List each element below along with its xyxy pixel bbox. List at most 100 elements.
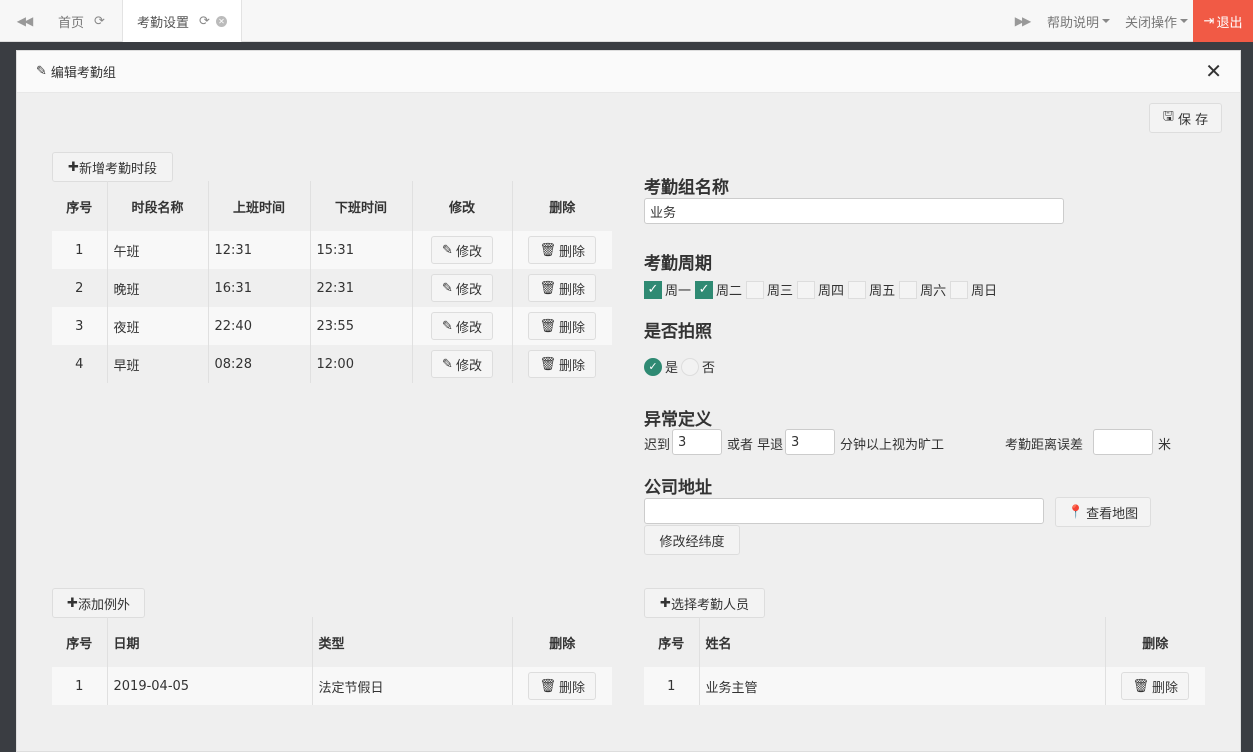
abnormal-title: 异常定义 (644, 410, 712, 430)
day-sat[interactable]: 周六 (899, 280, 946, 299)
day-sun[interactable]: 周日 (950, 280, 997, 299)
address-input[interactable] (644, 498, 1044, 524)
checkbox-icon[interactable] (746, 280, 765, 299)
col-header: 姓名 (699, 617, 1106, 667)
col-header: 类型 (312, 617, 513, 667)
day-fri[interactable]: 周五 (848, 280, 895, 299)
late-label: 迟到 (644, 438, 671, 453)
exception-table: 序号 日期 类型 删除 1 2019-04-05 法定节假日 🗑 删除 (52, 617, 612, 705)
edit-button[interactable]: ✎ 修改 (431, 236, 493, 264)
group-name-title: 考勤组名称 (644, 178, 729, 198)
delete-label: 删除 (559, 680, 586, 696)
delete-label: 删除 (559, 320, 586, 336)
start-time: 12:31 (208, 231, 311, 269)
edit-button[interactable]: ✎ 修改 (431, 350, 493, 378)
col-header: 序号 (644, 617, 700, 667)
day-mon[interactable]: ✓ 周一 (644, 280, 691, 299)
trash-icon: 🗑 (539, 356, 556, 372)
edit-button[interactable]: ✎ 修改 (431, 312, 493, 340)
row-no: 1 (52, 231, 108, 269)
close-icon[interactable]: ✕ (1205, 61, 1222, 81)
trash-icon: 🗑 (1132, 678, 1149, 694)
col-header: 上班时间 (208, 181, 311, 231)
help-menu[interactable]: 帮助说明 (1047, 0, 1111, 42)
edit-label: 修改 (455, 282, 482, 298)
radio-checked-icon[interactable]: ✓ (644, 357, 662, 376)
early-minutes-input[interactable]: 3 (785, 429, 835, 455)
shift-name: 晚班 (107, 269, 209, 307)
end-time: 15:31 (310, 231, 413, 269)
edit-label: 修改 (455, 244, 482, 260)
edit-icon: ✎ (36, 64, 47, 79)
delete-label: 删除 (559, 282, 586, 298)
shift-name: 午班 (107, 231, 209, 269)
table-row: 1 2019-04-05 法定节假日 🗑 删除 (52, 667, 612, 705)
save-button[interactable]: 🖫 保 存 (1149, 103, 1222, 133)
view-map-button[interactable]: 📍 查看地图 (1055, 497, 1151, 527)
delete-button[interactable]: 🗑 删除 (528, 236, 597, 264)
plus-icon: ✚ (660, 595, 671, 611)
delete-button[interactable]: 🗑 删除 (528, 274, 597, 302)
select-staff-label: 选择考勤人员 (670, 597, 749, 613)
checkbox-icon[interactable] (848, 280, 867, 299)
day-label: 周六 (920, 284, 947, 299)
close-ops-menu[interactable]: 关闭操作 (1125, 0, 1189, 42)
add-shift-button[interactable]: ✚ 新增考勤时段 (52, 152, 173, 182)
edit-latlng-button[interactable]: 修改经纬度 (644, 525, 740, 555)
delete-button[interactable]: 🗑 删除 (528, 312, 597, 340)
table-row: 1 午班 12:31 15:31 ✎ 修改 🗑 删除 (52, 231, 612, 269)
top-tab-bar: ◀◀ 首页 ⟳ 考勤设置 ⟳ ✕ ▶▶ 帮助说明 关闭操作 ⇥ 退出 (0, 0, 1253, 42)
refresh-icon[interactable]: ⟳ (94, 14, 105, 29)
day-label: 周五 (869, 284, 896, 299)
col-header: 序号 (52, 181, 108, 231)
photo-yes-label: 是 (665, 361, 679, 376)
edit-latlng-label: 修改经纬度 (659, 534, 725, 550)
refresh-icon[interactable]: ⟳ (199, 14, 210, 29)
logout-label: 退出 (1216, 15, 1243, 31)
select-staff-button[interactable]: ✚ 选择考勤人员 (644, 588, 765, 618)
day-label: 周日 (971, 284, 998, 299)
scroll-left-icon[interactable]: ◀◀ (4, 0, 44, 42)
day-label: 周四 (818, 284, 845, 299)
scroll-right-icon[interactable]: ▶▶ (1002, 0, 1042, 42)
delete-button[interactable]: 🗑 删除 (1121, 672, 1190, 700)
group-name-input[interactable]: 业务 (644, 198, 1064, 224)
day-tue[interactable]: ✓ 周二 (695, 280, 742, 299)
edit-icon: ✎ (442, 280, 453, 296)
start-time: 08:28 (208, 345, 311, 383)
radio-icon[interactable] (681, 357, 700, 376)
add-exception-label: 添加例外 (77, 597, 130, 613)
edit-icon: ✎ (442, 356, 453, 372)
distance-input[interactable] (1093, 429, 1153, 455)
late-minutes-input[interactable]: 3 (672, 429, 722, 455)
day-thu[interactable]: 周四 (797, 280, 844, 299)
map-marker-icon: 📍 (1067, 504, 1085, 520)
edit-icon: ✎ (442, 242, 453, 258)
add-exception-button[interactable]: ✚ 添加例外 (52, 588, 145, 618)
delete-button[interactable]: 🗑 删除 (528, 350, 597, 378)
checkbox-icon[interactable] (797, 280, 816, 299)
checkbox-checked-icon[interactable]: ✓ (644, 280, 662, 299)
checkbox-icon[interactable] (950, 280, 969, 299)
day-label: 周三 (767, 284, 794, 299)
logout-button[interactable]: ⇥ 退出 (1193, 0, 1253, 42)
shift-name: 早班 (107, 345, 209, 383)
edit-label: 修改 (455, 358, 482, 374)
tab-home[interactable]: 首页 ⟳ (44, 0, 119, 42)
save-label: 保 存 (1177, 112, 1209, 128)
col-header: 删除 (549, 200, 576, 216)
shift-name: 夜班 (107, 307, 209, 345)
edit-button[interactable]: ✎ 修改 (431, 274, 493, 302)
checkbox-checked-icon[interactable]: ✓ (695, 280, 714, 299)
table-row: 2 晚班 16:31 22:31 ✎ 修改 🗑 删除 (52, 269, 612, 307)
close-tab-icon[interactable]: ✕ (215, 15, 227, 27)
address-title: 公司地址 (644, 478, 712, 498)
checkbox-icon[interactable] (899, 280, 918, 299)
delete-label: 删除 (559, 358, 586, 374)
day-wed[interactable]: 周三 (746, 280, 793, 299)
photo-no-label: 否 (702, 361, 716, 376)
delete-button[interactable]: 🗑 删除 (528, 672, 597, 700)
tab-attendance-settings[interactable]: 考勤设置 ⟳ ✕ (122, 0, 242, 42)
row-no: 1 (644, 667, 700, 705)
col-header: 下班时间 (310, 181, 413, 231)
